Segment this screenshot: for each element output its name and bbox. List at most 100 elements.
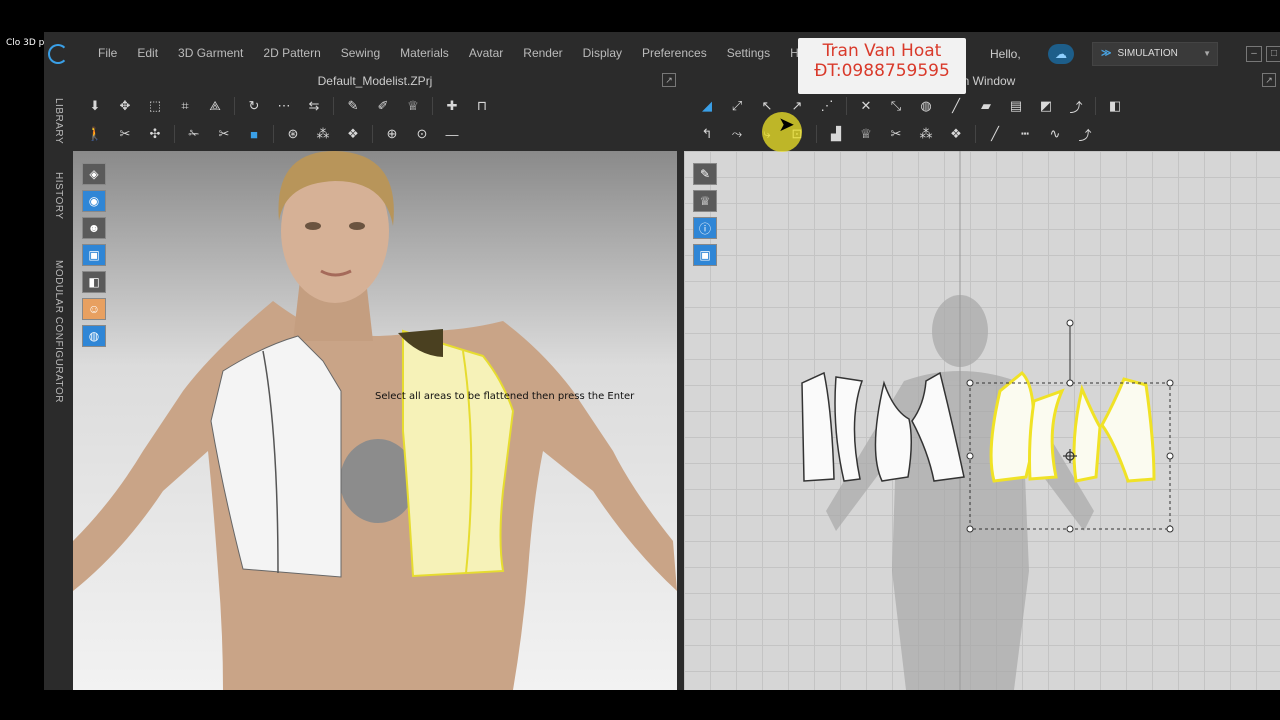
panel2d-popout-icon[interactable]: ↗ (1262, 73, 1276, 87)
transform-icon[interactable]: ⌗ (174, 96, 196, 116)
tack-icon[interactable]: ✣ (144, 124, 166, 144)
arrow-down-icon[interactable]: ⬇ (84, 96, 106, 116)
cut-icon[interactable]: ✁ (183, 124, 205, 144)
flip-icon[interactable]: ⇆ (303, 96, 325, 116)
watermark-phone: ĐT:0988759595 (814, 61, 950, 81)
view-info-icon[interactable]: ⓘ (693, 217, 717, 239)
menu-2d-pattern[interactable]: 2D Pattern (253, 46, 330, 60)
pattern-2d-icon[interactable]: ❖ (945, 124, 967, 144)
scissors-icon[interactable]: ✂ (213, 124, 235, 144)
pattern-pieces-selected[interactable] (989, 370, 1156, 483)
view-globe-icon[interactable]: ◍ (82, 325, 106, 347)
view-layer-icon[interactable]: ▣ (693, 244, 717, 266)
seam-2d-icon[interactable]: ⤴ (1074, 124, 1096, 144)
minimize-button[interactable]: – (1246, 46, 1262, 62)
dot-icon[interactable]: ⊕ (381, 124, 403, 144)
toolbar-3d-row2: 🚶 ✂ ✣ ✁ ✂ ■ ⊛ ⁂ ❖ ⊕ ⊙ ― (84, 120, 463, 148)
mirror-icon[interactable]: ◧ (1104, 96, 1126, 116)
menu-avatar[interactable]: Avatar (459, 46, 513, 60)
circle-icon[interactable]: ⊙ (411, 124, 433, 144)
topstitch-2d-icon[interactable]: ⁂ (915, 124, 937, 144)
watermark-name: Tran Van Hoat (822, 41, 942, 61)
wave-icon[interactable]: ∿ (1044, 124, 1066, 144)
brush-icon[interactable]: ✐ (372, 96, 394, 116)
menu-bar: File Edit 3D Garment 2D Pattern Sewing M… (44, 40, 1280, 68)
panel3d-popout-icon[interactable]: ↗ (662, 73, 676, 87)
sew-icon[interactable]: ✂ (114, 124, 136, 144)
menu-materials[interactable]: Materials (390, 46, 459, 60)
side-tabs: LIBRARY HISTORY MODULAR CONFIGURATOR (44, 92, 66, 690)
chevron-down-icon: ▼ (1203, 49, 1211, 58)
polygon-icon[interactable]: ✕ (855, 96, 877, 116)
sew-2d-icon[interactable]: ✂ (885, 124, 907, 144)
pattern-icon[interactable]: ❖ (342, 124, 364, 144)
simulation-button[interactable]: ≫ SIMULATION ▼ (1092, 42, 1218, 66)
menu-preferences[interactable]: Preferences (632, 46, 717, 60)
ellipse-icon[interactable]: ◍ (915, 96, 937, 116)
simulation-label: SIMULATION (1117, 48, 1178, 59)
menu-edit[interactable]: Edit (127, 46, 168, 60)
view-garment-icon[interactable]: ▣ (82, 244, 106, 266)
watermark: Tran Van Hoat ĐT:0988759595 (798, 38, 966, 94)
viewport-3d[interactable]: ◈ ◉ ☻ ▣ ◧ ☺ ◍ Select all areas to be fla… (73, 151, 677, 690)
main-menu: File Edit 3D Garment 2D Pattern Sewing M… (88, 46, 825, 60)
menu-sewing[interactable]: Sewing (331, 46, 390, 60)
view-pen-icon[interactable]: ✎ (693, 163, 717, 185)
triangle-select-icon[interactable]: ◢ (696, 96, 718, 116)
walk-icon[interactable]: 🚶 (84, 124, 106, 144)
toolbar-2d-row2: ↰ ⤳ ⤷ ⊡ ▟ ♕ ✂ ⁂ ❖ ╱ ┅ ∿ ⤴ (696, 120, 1096, 148)
measure-icon[interactable]: ⊓ (471, 96, 493, 116)
edit-point-icon[interactable]: ⤢ (726, 96, 748, 116)
seam-icon[interactable]: ⋯ (273, 96, 295, 116)
toolbar-3d-row1: ⬇ ✥ ⬚ ⌗ ⟁ ↻ ⋯ ⇆ ✎ ✐ ♕ ✚ ⊓ (84, 92, 493, 120)
select-box-icon[interactable]: ⬚ (144, 96, 166, 116)
iron-icon[interactable]: ▟ (825, 124, 847, 144)
panel3d-title: Default_Modelist.ZPrj (317, 74, 433, 88)
user-greeting: Hello, (990, 47, 1021, 61)
folder-icon[interactable]: ▰ (975, 96, 997, 116)
dashed-line-icon[interactable]: ┅ (1014, 124, 1036, 144)
offset-icon[interactable]: ⤳ (726, 124, 748, 144)
pen-icon[interactable]: ✎ (342, 96, 364, 116)
rect-icon[interactable]: ⤡ (885, 96, 907, 116)
segment-icon[interactable]: ╱ (984, 124, 1006, 144)
menu-render[interactable]: Render (513, 46, 572, 60)
view-camera-icon[interactable]: ◈ (82, 163, 106, 185)
tab-modular-configurator[interactable]: MODULAR CONFIGURATOR (46, 260, 64, 403)
button-icon[interactable]: ⊛ (282, 124, 304, 144)
folder-open-icon[interactable]: ▤ (1005, 96, 1027, 116)
line-tool-icon[interactable]: ╱ (945, 96, 967, 116)
add-point-icon[interactable]: ⋰ (816, 96, 838, 116)
trace-icon[interactable]: ↰ (696, 124, 718, 144)
grade-icon[interactable]: ⤴ (1065, 96, 1087, 116)
maximize-button[interactable]: □ (1266, 46, 1280, 62)
menu-settings[interactable]: Settings (717, 46, 780, 60)
tab-history[interactable]: HISTORY (46, 172, 64, 220)
topstitch-icon[interactable]: ⁂ (312, 124, 334, 144)
view-shirt-icon[interactable]: ♕ (693, 190, 717, 212)
garment-icon[interactable]: ♕ (855, 124, 877, 144)
cloud-icon[interactable]: ☁ (1048, 44, 1074, 64)
tab-library[interactable]: LIBRARY (46, 98, 64, 144)
pin-icon[interactable]: ✚ (441, 96, 463, 116)
pattern-2d-scene (801, 151, 1174, 690)
image-icon[interactable]: ◩ (1035, 96, 1057, 116)
toolbar-2d-row1: ◢ ⤢ ↖ ↗ ⋰ ✕ ⤡ ◍ ╱ ▰ ▤ ◩ ⤴ ◧ (696, 92, 1126, 120)
line-icon[interactable]: ― (441, 124, 463, 144)
view-avatar-eye-icon[interactable]: ◉ (82, 190, 106, 212)
rotate-icon[interactable]: ↻ (243, 96, 265, 116)
clo3d-window: File Edit 3D Garment 2D Pattern Sewing M… (44, 32, 1280, 690)
menu-file[interactable]: File (88, 46, 127, 60)
viewport-2d[interactable]: ✎ ♕ ⓘ ▣ (684, 151, 1280, 690)
view-texture-icon[interactable]: ◧ (82, 271, 106, 293)
pattern-pieces-white[interactable] (801, 371, 965, 482)
simulation-icon: ≫ (1101, 48, 1112, 59)
view-person-icon[interactable]: ☻ (82, 217, 106, 239)
move-icon[interactable]: ✥ (114, 96, 136, 116)
view-skin-icon[interactable]: ☺ (82, 298, 106, 320)
menu-3d-garment[interactable]: 3D Garment (168, 46, 253, 60)
shirt-icon[interactable]: ♕ (402, 96, 424, 116)
menu-display[interactable]: Display (573, 46, 632, 60)
flatten-icon[interactable]: ■ (243, 124, 265, 144)
fold-icon[interactable]: ⟁ (204, 96, 226, 116)
